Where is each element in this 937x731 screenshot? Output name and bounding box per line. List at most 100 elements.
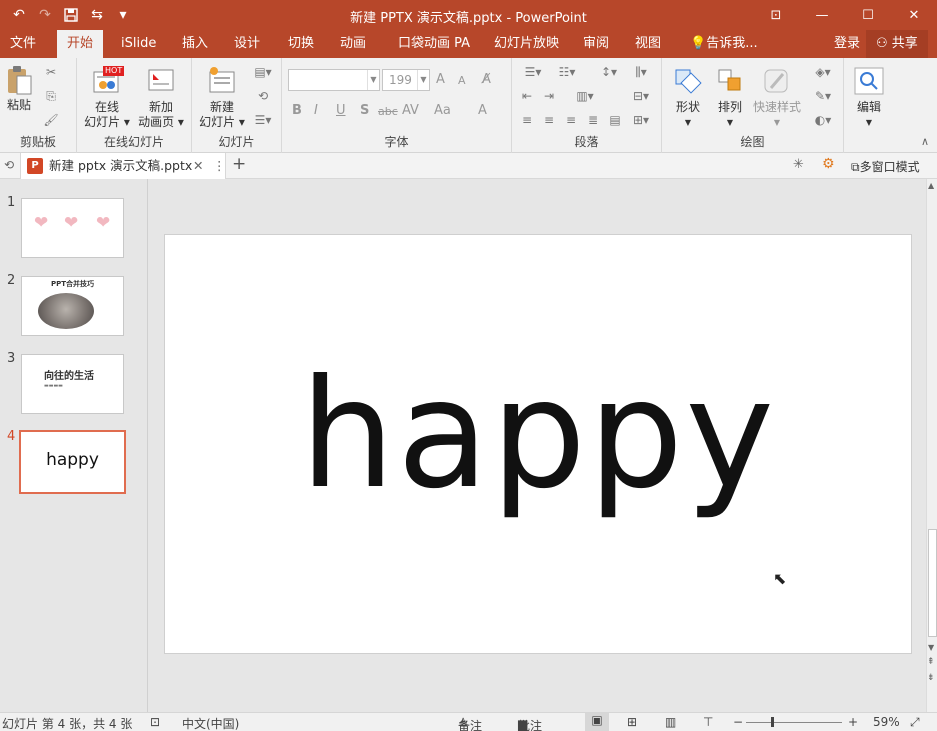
layout-icon[interactable]: ▤▾: [250, 64, 276, 80]
zoom-in-icon[interactable]: +: [848, 715, 858, 729]
reading-view-icon[interactable]: ▥: [665, 715, 676, 729]
mouse-cursor-icon: ⬉: [773, 569, 787, 588]
group-label-paragraph: 段落: [574, 135, 599, 149]
align-left-icon[interactable]: ≡: [518, 112, 536, 128]
add-tab-icon[interactable]: +: [232, 154, 246, 174]
align-right-icon[interactable]: ≡: [562, 112, 580, 128]
collapse-ribbon-icon[interactable]: ∧: [921, 135, 929, 148]
slide-number: 1: [7, 195, 16, 210]
font-name-select[interactable]: ▼: [288, 69, 380, 91]
slide-thumbnail-3[interactable]: 向往的生活 ▬▬▬▬: [21, 354, 124, 414]
shape-effects-icon[interactable]: ◐▾: [808, 112, 838, 128]
grow-font-icon[interactable]: A: [436, 72, 445, 87]
vertical-scrollbar[interactable]: ▲ ▼ ⇞ ⇟: [926, 179, 937, 712]
smartart-icon[interactable]: ⊞▾: [626, 112, 656, 128]
distribute-icon[interactable]: ▤: [606, 112, 624, 128]
justify-icon[interactable]: ≣: [584, 112, 602, 128]
section-icon[interactable]: ☰▾: [250, 112, 276, 128]
close-button[interactable]: ✕: [891, 0, 937, 30]
increase-indent-icon[interactable]: ⇥: [540, 88, 558, 104]
tab-home[interactable]: 开始: [57, 30, 104, 58]
shadow-button[interactable]: S: [360, 103, 369, 118]
decrease-indent-icon[interactable]: ⇤: [518, 88, 536, 104]
scroll-down-icon[interactable]: ▼: [928, 643, 934, 652]
shrink-font-icon[interactable]: A: [458, 74, 466, 87]
document-tab[interactable]: P 新建 pptx 演示文稿.pptx ✕ ⋮: [20, 153, 226, 179]
slideshow-view-icon[interactable]: ⊤: [703, 715, 713, 729]
change-case-button[interactable]: Aa: [434, 103, 451, 118]
close-tab-icon[interactable]: ✕: [193, 153, 203, 179]
slide-thumbnail-1[interactable]: ❤ ❤ ❤: [21, 198, 124, 258]
zoom-slider[interactable]: [746, 722, 842, 723]
format-painter-icon[interactable]: 🖌: [42, 112, 60, 128]
underline-button[interactable]: U: [336, 103, 346, 118]
paste-button[interactable]: 粘贴: [2, 64, 36, 113]
shape-fill-icon[interactable]: ◈▾: [808, 64, 838, 80]
font-color-button[interactable]: A: [478, 103, 487, 118]
normal-view-icon[interactable]: ▣: [585, 713, 609, 731]
align-text-icon[interactable]: ⊟▾: [626, 88, 656, 104]
zoom-slider-thumb[interactable]: [771, 717, 774, 727]
previous-slide-icon[interactable]: ⇞: [927, 657, 935, 667]
char-spacing-button[interactable]: AV: [402, 103, 419, 118]
spell-check-icon[interactable]: ⊡: [150, 715, 160, 729]
tab-transitions[interactable]: 切换: [278, 30, 324, 58]
bold-button[interactable]: B: [292, 103, 302, 118]
online-slide-button[interactable]: HOT 在线 幻灯片 ▾: [81, 66, 133, 130]
line-spacing-icon[interactable]: ↕▾: [594, 64, 624, 80]
scroll-up-icon[interactable]: ▲: [928, 181, 934, 190]
document-tab-label: 新建 pptx 演示文稿.pptx: [49, 158, 193, 173]
tab-islide[interactable]: iSlide: [111, 30, 166, 58]
arrange-button[interactable]: 排列 ▼: [710, 66, 750, 130]
tab-slideshow[interactable]: 幻灯片放映: [484, 30, 569, 58]
zoom-level[interactable]: 59%: [873, 715, 900, 729]
columns-icon[interactable]: ▥▾: [570, 88, 600, 104]
fit-to-window-icon[interactable]: ⤢: [910, 715, 920, 730]
tab-tell-me[interactable]: 💡告诉我...: [680, 30, 768, 58]
slide-thumbnail-4[interactable]: happy: [19, 430, 126, 494]
tab-pocket-animation[interactable]: 口袋动画 PA: [388, 30, 480, 58]
tab-file[interactable]: 文件: [0, 30, 46, 58]
current-slide[interactable]: happy: [164, 234, 912, 654]
tab-review[interactable]: 审阅: [573, 30, 619, 58]
multi-window-button[interactable]: ⧉多窗口模式: [851, 158, 920, 175]
text-direction-icon[interactable]: ⫼▾: [626, 64, 656, 80]
tab-view[interactable]: 视图: [625, 30, 671, 58]
quick-styles-button[interactable]: 快速样式 ▼: [750, 66, 804, 130]
numbering-icon[interactable]: ☷▾: [552, 64, 582, 80]
share-button[interactable]: ⚇ 共享: [866, 30, 928, 58]
slide-sorter-icon[interactable]: ⊞: [627, 715, 637, 729]
next-slide-icon[interactable]: ⇟: [927, 673, 935, 683]
slide-text-box[interactable]: happy: [165, 345, 911, 525]
clear-format-icon[interactable]: A̸: [482, 72, 491, 87]
minimize-button[interactable]: —: [799, 0, 845, 30]
new-slide-button[interactable]: 新建 幻灯片 ▾: [194, 66, 250, 130]
copy-icon[interactable]: ⎘: [42, 88, 60, 104]
reset-icon[interactable]: ⟲: [250, 88, 276, 104]
ribbon-display-options-icon[interactable]: ⊡: [753, 0, 799, 30]
font-size-select[interactable]: 199 ▼: [382, 69, 430, 91]
strikethrough-button[interactable]: abc: [378, 105, 398, 118]
group-label-slides: 幻灯片: [218, 135, 255, 149]
pin-tool-icon[interactable]: ✳: [793, 157, 804, 172]
cut-icon[interactable]: ✂: [42, 64, 60, 80]
tab-menu-icon[interactable]: ⋮: [213, 153, 226, 179]
bullets-icon[interactable]: ☰▾: [518, 64, 548, 80]
new-animation-page-button[interactable]: 新加 动画页 ▾: [133, 66, 189, 130]
settings-gear-icon[interactable]: ⚙: [822, 156, 835, 172]
language-label[interactable]: 中文(中国): [182, 715, 239, 731]
history-icon[interactable]: ⟲: [4, 158, 14, 172]
tab-insert[interactable]: 插入: [172, 30, 218, 58]
shape-outline-icon[interactable]: ✎▾: [808, 88, 838, 104]
shapes-button[interactable]: 形状 ▼: [668, 66, 708, 130]
edit-button[interactable]: 编辑 ▼: [848, 66, 890, 130]
zoom-out-icon[interactable]: −: [733, 715, 743, 729]
scrollbar-thumb[interactable]: [928, 529, 937, 637]
align-center-icon[interactable]: ≡: [540, 112, 558, 128]
tab-design[interactable]: 设计: [224, 30, 270, 58]
tab-animations[interactable]: 动画: [330, 30, 376, 58]
italic-button[interactable]: I: [314, 103, 318, 118]
maximize-button[interactable]: ☐: [845, 0, 891, 30]
slide-thumbnail-2[interactable]: PPT合并技巧: [21, 276, 124, 336]
login-link[interactable]: 登录: [824, 30, 870, 58]
